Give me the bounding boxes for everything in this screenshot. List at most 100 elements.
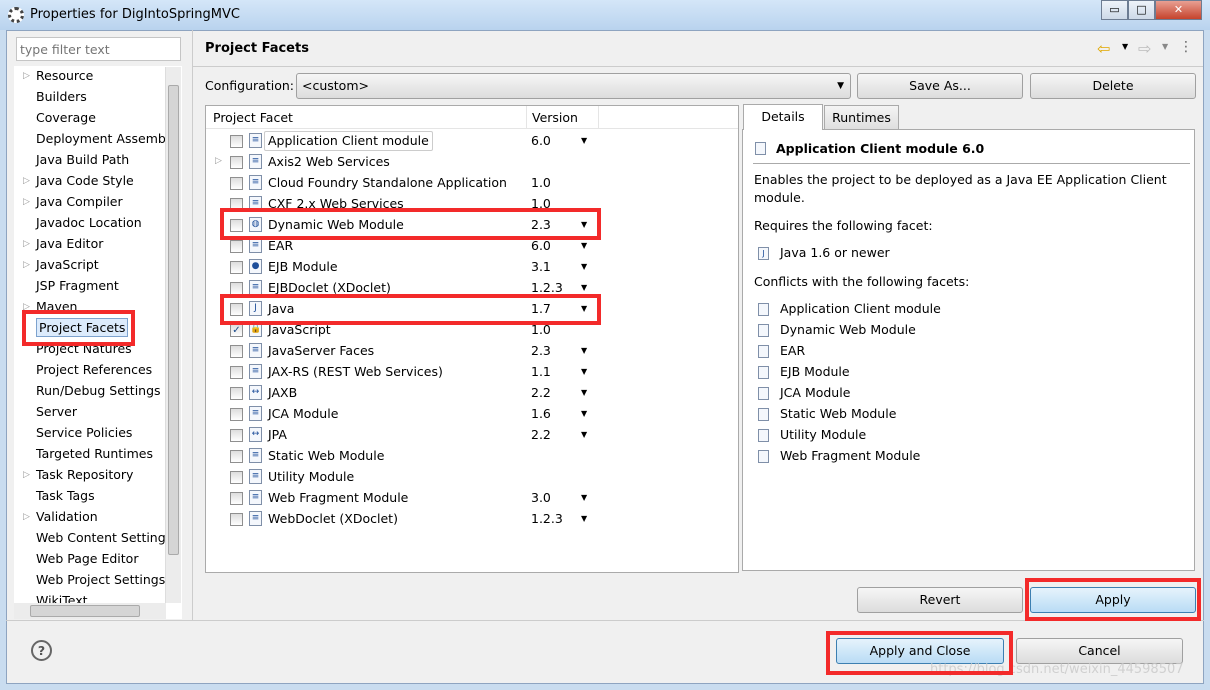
facet-checkbox[interactable] (230, 177, 243, 190)
expand-icon[interactable]: ▷ (23, 255, 30, 275)
sidebar-item[interactable]: Deployment Assembly (36, 129, 177, 149)
facet-checkbox[interactable] (230, 345, 243, 358)
sidebar-item[interactable]: Web Content Settings (36, 528, 172, 548)
sidebar-item[interactable]: Coverage (36, 108, 96, 128)
expand-icon[interactable]: ▷ (23, 171, 30, 191)
expand-icon[interactable]: ▷ (23, 192, 30, 212)
sidebar-item[interactable]: ▷ Resource (23, 66, 93, 86)
facet-checkbox[interactable] (230, 156, 243, 169)
version-dropdown-icon[interactable]: ▼ (581, 403, 587, 424)
table-row[interactable]: ≡ Utility Module (206, 466, 738, 487)
expand-icon[interactable]: ▷ (23, 66, 30, 86)
maximize-button[interactable]: □ (1128, 0, 1155, 20)
facet-version[interactable]: 1.2.3 (531, 508, 563, 529)
table-row[interactable]: ↔ JPA 2.2 ▼ (206, 424, 738, 445)
table-row[interactable]: ≡ JavaServer Faces 2.3 ▼ (206, 340, 738, 361)
sidebar-item[interactable]: ▷ Java Editor (23, 234, 103, 254)
version-dropdown-icon[interactable]: ▼ (581, 361, 587, 382)
version-dropdown-icon[interactable]: ▼ (581, 256, 587, 277)
forward-dropdown-icon[interactable]: ▼ (1162, 42, 1168, 51)
back-icon[interactable]: ⇦ (1097, 39, 1110, 58)
delete-button[interactable]: Delete (1030, 73, 1196, 99)
table-row[interactable]: ≡ JAX-RS (REST Web Services) 1.1 ▼ (206, 361, 738, 382)
cancel-button[interactable]: Cancel (1016, 638, 1183, 664)
revert-button[interactable]: Revert (857, 587, 1023, 613)
expand-icon[interactable]: ▷ (23, 507, 30, 527)
back-dropdown-icon[interactable]: ▼ (1122, 42, 1128, 51)
sidebar-item[interactable]: ▷ JavaScript (23, 255, 99, 275)
facet-checkbox[interactable]: ✓ (230, 324, 243, 337)
sidebar-item[interactable]: Targeted Runtimes (36, 444, 153, 464)
facet-checkbox[interactable] (230, 387, 243, 400)
version-dropdown-icon[interactable]: ▼ (581, 424, 587, 445)
sidebar-item[interactable]: ▷ Java Compiler (23, 192, 123, 212)
sidebar-item[interactable]: Task Tags (36, 486, 95, 506)
tab-details[interactable]: Details (743, 104, 823, 130)
menu-icon[interactable]: ⋮ (1179, 39, 1193, 55)
version-dropdown-icon[interactable]: ▼ (581, 340, 587, 361)
version-dropdown-icon[interactable]: ▼ (581, 508, 587, 529)
sidebar-item[interactable]: Web Page Editor (36, 549, 138, 569)
sidebar-item[interactable]: Java Build Path (36, 150, 129, 170)
column-header-facet[interactable]: Project Facet (213, 110, 293, 125)
facet-checkbox[interactable] (230, 450, 243, 463)
sidebar-item[interactable]: Builders (36, 87, 87, 107)
table-row[interactable]: ↔ JAXB 2.2 ▼ (206, 382, 738, 403)
facet-checkbox[interactable] (230, 408, 243, 421)
expand-icon[interactable]: ▷ (23, 234, 30, 254)
help-icon[interactable]: ? (31, 640, 52, 661)
horizontal-scrollbar[interactable] (14, 603, 166, 619)
minimize-button[interactable]: ▭ (1101, 0, 1128, 20)
sidebar-item[interactable]: Javadoc Location (36, 213, 142, 233)
sidebar-item[interactable]: ▷ Java Code Style (23, 171, 134, 191)
facet-version[interactable]: 2.3 (531, 340, 551, 361)
version-dropdown-icon[interactable]: ▼ (581, 487, 587, 508)
sidebar-item[interactable]: Service Policies (36, 423, 132, 443)
facet-version[interactable]: 1.6 (531, 403, 551, 424)
close-button[interactable]: ✕ (1155, 0, 1202, 20)
facet-version[interactable]: 1.1 (531, 361, 551, 382)
table-row[interactable]: ≡ Application Client module 6.0 ▼ (206, 130, 738, 151)
facet-checkbox[interactable] (230, 135, 243, 148)
forward-icon[interactable]: ⇨ (1138, 39, 1151, 58)
sidebar-item[interactable]: JSP Fragment (36, 276, 119, 296)
sidebar-item[interactable]: Server (36, 402, 77, 422)
table-row[interactable]: ≡ Static Web Module (206, 445, 738, 466)
facet-checkbox[interactable] (230, 492, 243, 505)
facet-version[interactable]: 6.0 (531, 130, 551, 151)
facet-version[interactable]: 3.0 (531, 487, 551, 508)
expand-icon[interactable]: ▷ (23, 465, 30, 485)
sidebar-item[interactable]: Project References (36, 360, 152, 380)
sidebar-item[interactable]: Web Project Settings (36, 570, 165, 590)
facet-checkbox[interactable] (230, 429, 243, 442)
sidebar-item-label: Javadoc Location (36, 215, 142, 230)
gear-icon (8, 7, 24, 23)
facet-checkbox[interactable] (230, 366, 243, 379)
sidebar-item[interactable]: ▷ Task Repository (23, 465, 133, 485)
facet-checkbox[interactable] (230, 261, 243, 274)
facet-checkbox[interactable] (230, 471, 243, 484)
vertical-scrollbar[interactable] (165, 67, 181, 603)
version-dropdown-icon[interactable]: ▼ (581, 382, 587, 403)
table-row[interactable]: ≡ Web Fragment Module 3.0 ▼ (206, 487, 738, 508)
save-as-button[interactable]: Save As... (857, 73, 1023, 99)
facet-version[interactable]: 3.1 (531, 256, 551, 277)
table-row[interactable]: ● EJB Module 3.1 ▼ (206, 256, 738, 277)
facet-checkbox[interactable] (230, 513, 243, 526)
facet-version[interactable]: 1.0 (531, 172, 551, 193)
expand-icon[interactable]: ▷ (215, 151, 222, 172)
table-row[interactable]: ▷ ≡ Axis2 Web Services (206, 151, 738, 172)
configuration-select[interactable]: <custom> ▼ (296, 73, 851, 99)
facet-version[interactable]: 2.2 (531, 424, 551, 445)
version-dropdown-icon[interactable]: ▼ (581, 130, 587, 151)
filter-input[interactable] (16, 37, 181, 61)
column-header-version[interactable]: Version (532, 110, 578, 125)
sidebar-item[interactable]: ▷ Validation (23, 507, 98, 527)
tab-runtimes[interactable]: Runtimes (824, 105, 899, 130)
table-row[interactable]: ≡ WebDoclet (XDoclet) 1.2.3 ▼ (206, 508, 738, 529)
table-row[interactable]: ≡ JCA Module 1.6 ▼ (206, 403, 738, 424)
sidebar-item[interactable]: Run/Debug Settings (36, 381, 161, 401)
facet-checkbox[interactable] (230, 240, 243, 253)
table-row[interactable]: ≡ Cloud Foundry Standalone Application 1.0 (206, 172, 738, 193)
facet-version[interactable]: 2.2 (531, 382, 551, 403)
